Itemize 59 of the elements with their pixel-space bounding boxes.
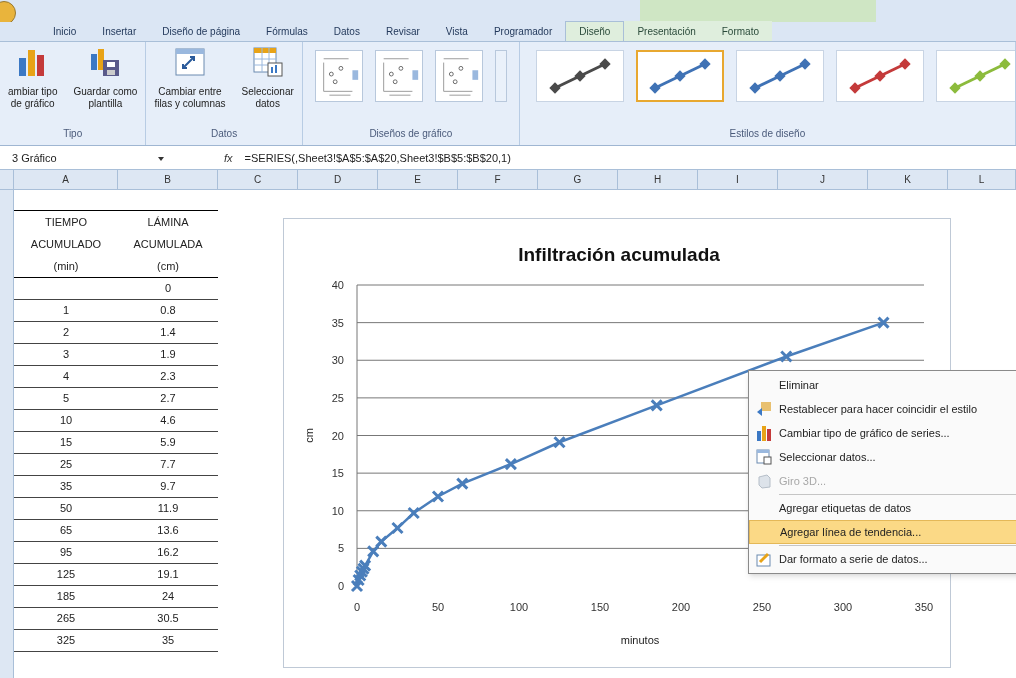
y-tick-label: 10 [331,504,344,517]
table-cell-text: 19.1 [156,567,180,582]
table-cell-text: 265 [55,611,77,626]
y-tick-label: 15 [331,467,344,480]
x-tick-label: 150 [590,601,610,613]
table-cell-text: 185 [55,589,77,604]
y-tick-label: 30 [331,354,344,367]
table-cell-text: 1 [61,303,71,318]
y-tick-label: 35 [331,316,344,329]
group-label: Tipo [62,127,84,141]
table-cell-text: 3 [61,347,71,362]
y-tick-label: 25 [331,391,344,404]
table-cell-text: 95 [58,545,74,560]
chart-title: Infiltración acumulada [518,244,720,265]
table-cell-text: 2.3 [159,369,177,384]
table-cell-text: 35 [160,633,176,648]
table-cell-text: 15 [58,435,74,450]
group-label: Diseños de gráfico [368,127,454,141]
x-tick-label: 350 [914,601,934,613]
table-cell-text: 1.4 [159,325,177,340]
table-cell-text: 16.2 [156,545,180,560]
y-tick-label: 0 [337,580,344,592]
table-cell-text: 2 [61,325,71,340]
table-cell-text: 25 [58,457,74,472]
x-tick-label: 250 [752,601,772,613]
x-tick-label: 50 [431,601,445,613]
y-tick-label: 20 [331,429,344,442]
table-cell-text: 4 [61,369,71,384]
table-cell-text: 50 [58,501,74,516]
y-tick-label: 5 [337,542,344,555]
table-cell-text: 7.7 [159,457,177,472]
table-cell-text: 0 [163,281,173,296]
y-axis-title: cm [303,428,315,443]
table-cell-text: 11.9 [156,501,180,516]
table-cell-text: 325 [55,633,77,648]
y-tick-label: 40 [331,279,344,291]
x-tick-label: 0 [353,601,361,613]
table-cell-text: 65 [58,523,74,538]
group-label: Estilos de diseño [728,127,807,141]
x-tick-label: 300 [833,601,853,613]
table-cell-text: 1.9 [159,347,177,362]
table-header-cell-text: TIEMPO ACUMULADO (min) [29,215,103,274]
table-cell-text: 24 [160,589,176,604]
table-cell-text: 125 [55,567,77,582]
x-tick-label: 200 [671,601,691,613]
table-cell-text: 10 [58,413,74,428]
x-tick-label: 100 [509,601,529,613]
group-label: Datos [210,127,239,141]
table-header-cell-text: LÁMINA ACUMULADA (cm) [132,215,204,274]
table-cell-text: 0.8 [159,303,177,318]
table-cell-text: 30.5 [156,611,180,626]
table-cell-text: 35 [58,479,74,494]
table-cell-text: 4.6 [159,413,177,428]
x-axis-title: minutos [620,634,660,646]
table-cell-text: 5.9 [159,435,177,450]
table-cell-text: 2.7 [159,391,177,406]
table-cell-text: 5 [61,391,71,406]
table-cell-text: 9.7 [159,479,177,494]
table-cell-text: 13.6 [156,523,180,538]
